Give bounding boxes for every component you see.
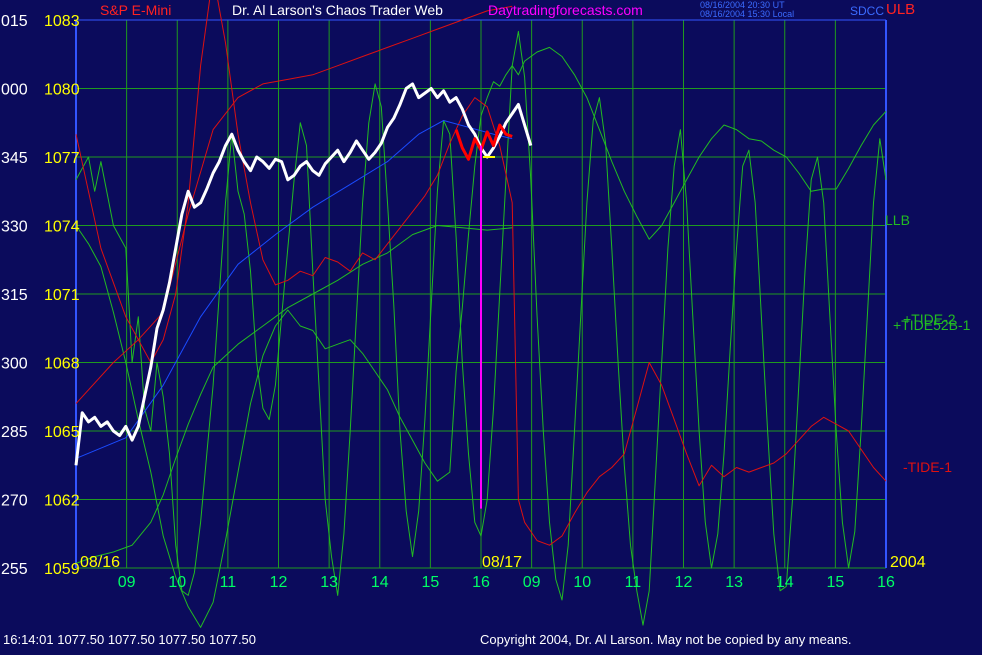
x-tick-hour: 14	[371, 574, 389, 591]
y-tick-angle: 315	[1, 287, 28, 304]
date-label: 08/17	[482, 554, 522, 571]
overlay	[480, 145, 495, 509]
quote-readout: 16:14:01 1077.50 1077.50 1077.50 1077.50	[3, 632, 257, 647]
y-tick-angle: 300	[1, 356, 28, 373]
x-tick-hour: 16	[877, 574, 895, 591]
y-tick-price: 1071	[44, 287, 80, 304]
x-tick-hour: 10	[168, 574, 186, 591]
x-tick-hour: 11	[625, 574, 642, 591]
y-tick-angle: 270	[1, 493, 28, 510]
curve-label: LLB	[885, 212, 910, 228]
y-tick-price: 1068	[44, 356, 80, 373]
x-tick-hour: 09	[523, 574, 541, 591]
y-tick-angle: 255	[1, 561, 28, 578]
curve-label: +TIDE52B-1	[893, 317, 971, 333]
y-tick-price: 1080	[44, 82, 80, 99]
axis-labels: 015 1083 000 1080 345 1077 330 1074 315 1071 300 10…	[1, 13, 971, 591]
x-tick-hour: 13	[320, 574, 338, 591]
copyright: Copyright 2004, Dr. Al Larson. May not b…	[480, 632, 852, 647]
y-tick-angle: 285	[1, 424, 28, 441]
chart-svg: 015 1083 000 1080 345 1077 330 1074 315 1071 300 10…	[1, 0, 971, 628]
site-title: Dr. Al Larson's Chaos Trader Web	[232, 2, 443, 18]
x-tick-hour: 12	[675, 574, 693, 591]
y-tick-price: 1083	[44, 13, 80, 30]
y-tick-angle: 345	[1, 150, 28, 167]
y-tick-price: 1062	[44, 493, 80, 510]
x-tick-hour: 15	[826, 574, 844, 591]
x-tick-hour: 13	[725, 574, 743, 591]
series-line-3	[75, 5, 513, 404]
y-tick-price: 1074	[44, 219, 80, 236]
sdcc-label: SDCC	[850, 4, 885, 18]
x-tick-hour: 14	[776, 574, 794, 591]
ulb-label: ULB	[886, 1, 916, 18]
date-label: 2004	[890, 554, 926, 571]
y-tick-angle: 330	[1, 219, 28, 236]
instrument-label: S&P E-Mini	[100, 2, 172, 18]
x-tick-hour: 10	[573, 574, 591, 591]
y-tick-price: 1059	[44, 561, 80, 578]
date-label: 08/16	[80, 554, 120, 571]
x-tick-hour: 12	[270, 574, 288, 591]
time-local: 08/16/2004 15:30 Local	[700, 9, 795, 19]
y-tick-price: 1065	[44, 424, 80, 441]
site-url: Daytradingforecasts.com	[488, 2, 643, 18]
x-tick-hour: 15	[421, 574, 439, 591]
x-tick-hour: 16	[472, 574, 490, 591]
chart-area: 015 1083 000 1080 345 1077 330 1074 315 1071 300 10…	[0, 0, 982, 650]
x-tick-hour: 09	[118, 574, 136, 591]
y-tick-angle: 000	[1, 82, 28, 99]
curve-label: -TIDE-1	[903, 459, 952, 475]
x-tick-hour: 11	[220, 574, 237, 591]
y-tick-angle: 015	[1, 13, 28, 30]
y-tick-price: 1077	[44, 150, 80, 167]
